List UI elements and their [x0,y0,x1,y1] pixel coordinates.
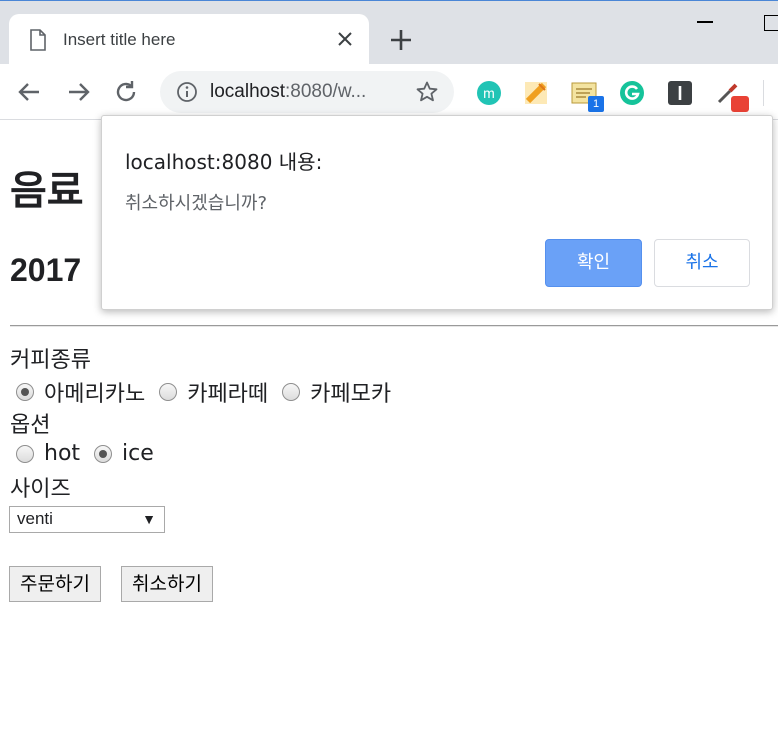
radio-label-cafe-mocha: 카페모카 [310,382,392,407]
size-select[interactable]: venti ▼ [9,506,165,533]
radio-hot[interactable] [16,444,34,463]
confirm-dialog: localhost:8080 내용: 취소하시겠습니까? 확인 취소 [101,115,773,310]
i-icon[interactable] [667,80,693,106]
reload-icon[interactable] [112,78,140,106]
bookmark-star-icon[interactable] [415,80,439,104]
browser-toolbar: localhost:8080/w... m 1 [0,64,778,120]
info-icon[interactable] [176,81,198,103]
radio-cafe-latte[interactable] [159,383,178,401]
maximize-icon[interactable] [764,15,778,31]
radio-label-ice: ice [122,441,154,466]
close-icon[interactable] [335,29,355,49]
order-button[interactable]: 주문하기 [9,566,101,602]
dialog-title: localhost:8080 내용: [125,150,323,174]
radio-label-americano: 아메리카노 [44,382,146,407]
toolbar-divider [763,80,764,106]
back-arrow-icon[interactable] [16,78,44,106]
tab-strip: Insert title here [0,0,778,65]
radio-label-hot: hot [44,441,81,466]
pencil-icon[interactable] [523,80,549,106]
horizontal-rule [10,325,778,327]
url-host: localhost [210,81,285,102]
radio-cafe-mocha[interactable] [282,383,301,401]
extension-badge: 1 [588,96,604,112]
url-text[interactable]: localhost:8080/w... [210,81,366,103]
size-label: 사이즈 [10,477,71,502]
coffee-type-label: 커피종류 [10,348,91,373]
dropdown-arrow-icon: ▼ [142,511,156,527]
dialog-ok-button[interactable]: 확인 [545,239,642,287]
page-subheading: 2017 [10,252,82,288]
coffee-radio-group: 아메리카노 카페라떼 카페모카 [16,376,405,407]
tab-title: Insert title here [63,30,176,49]
m-icon[interactable]: m [476,80,502,106]
extension-red-badge [731,96,749,112]
dialog-cancel-button[interactable]: 취소 [654,239,750,287]
address-bar[interactable]: localhost:8080/w... [160,71,454,113]
browser-tab[interactable]: Insert title here [9,14,369,65]
cancel-order-button[interactable]: 취소하기 [121,566,213,602]
forward-arrow-icon[interactable] [64,78,92,106]
svg-text:m: m [483,85,495,101]
document-icon [30,29,46,51]
radio-label-cafe-latte: 카페라떼 [187,382,269,407]
grammarly-icon[interactable] [619,80,645,106]
temperature-radio-group: hot ice [16,441,168,469]
minimize-icon[interactable] [697,21,713,23]
size-select-value: venti [17,509,53,528]
page-heading: 음료 [10,168,84,214]
radio-americano[interactable] [16,383,34,401]
dialog-message: 취소하시겠습니까? [125,193,268,214]
radio-ice[interactable] [94,444,113,463]
new-tab-icon[interactable] [388,27,414,53]
option-label: 옵션 [10,413,51,438]
url-rest: :8080/w... [285,81,367,102]
